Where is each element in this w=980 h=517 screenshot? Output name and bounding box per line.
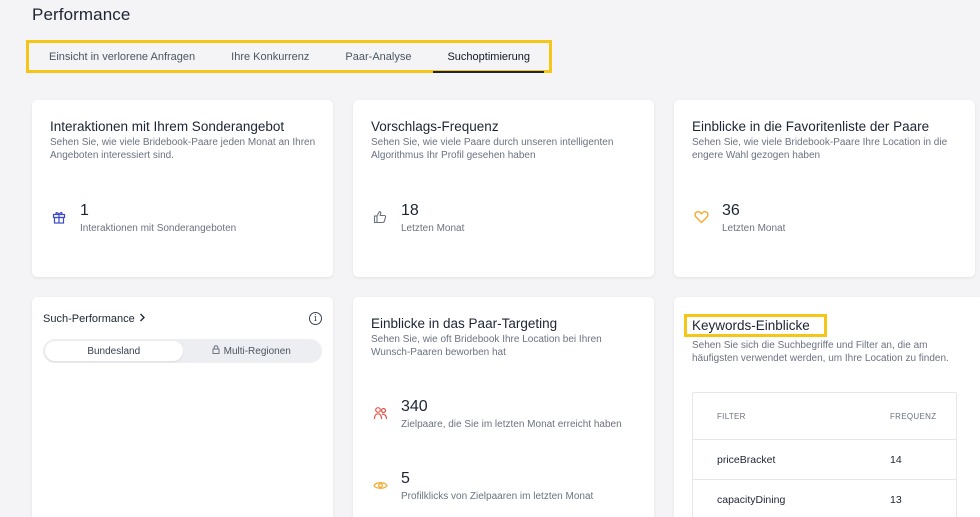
gift-icon xyxy=(50,208,68,226)
region-toggle: Bundesland Multi-Regionen xyxy=(43,339,322,363)
frequency-cell: 14 xyxy=(890,453,902,466)
filter-cell: priceBracket xyxy=(717,453,776,466)
tab-competition[interactable]: Ihre Konkurrenz xyxy=(231,43,309,70)
toggle-multi-regionen[interactable]: Multi-Regionen xyxy=(183,341,321,361)
tab-search-optimization[interactable]: Suchoptimierung xyxy=(433,43,544,73)
column-header-frequency: FREQUENZ xyxy=(890,411,937,421)
table-header: FILTER FREQUENZ xyxy=(693,393,956,439)
info-icon[interactable]: i xyxy=(309,312,322,325)
keywords-insights-card: Keywords-Einblicke Sehen Sie sich die Su… xyxy=(674,297,980,517)
favorites-insights-card: Einblicke in die Favoritenliste der Paar… xyxy=(674,100,975,277)
metric-caption: Letzten Monat xyxy=(401,223,465,234)
targeted-couples-metric: 340 Zielpaare, die Sie im letzten Monat … xyxy=(371,398,631,432)
tab-bar: Einsicht in verlorene Anfragen Ihre Konk… xyxy=(26,40,552,73)
card-description: Sehen Sie sich die Suchbegriffe und Filt… xyxy=(692,340,949,364)
offer-metric: 1 Interaktionen mit Sonderangeboten xyxy=(50,202,236,236)
favorites-metric: 36 Letzten Monat xyxy=(692,202,785,236)
frequency-cell: 13 xyxy=(890,493,902,506)
metric-value: 18 xyxy=(401,202,419,219)
tab-couple-analysis[interactable]: Paar-Analyse xyxy=(345,43,411,70)
suggestion-frequency-card: Vorschlags-Frequenz Sehen Sie, wie viele… xyxy=(353,100,654,277)
card-title: Keywords-Einblicke xyxy=(692,318,810,333)
metric-caption: Letzten Monat xyxy=(722,223,786,234)
filter-cell: capacityDining xyxy=(717,493,786,506)
card-title: Vorschlags-Frequenz xyxy=(371,119,499,134)
metric-value: 1 xyxy=(80,202,89,219)
table-row: capacityDining 13 xyxy=(693,479,956,517)
metric-value: 340 xyxy=(401,398,428,415)
metric-value: 5 xyxy=(401,470,410,487)
lock-icon xyxy=(212,345,220,357)
suggestion-metric: 18 Letzten Monat xyxy=(371,202,464,236)
couple-targeting-card: Einblicke in das Paar-Targeting Sehen Si… xyxy=(353,297,654,517)
metric-caption: Zielpaare, die Sie im letzten Monat erre… xyxy=(401,419,622,430)
toggle-bundesland[interactable]: Bundesland xyxy=(45,341,183,361)
search-performance-title: Such-Performance xyxy=(43,313,135,325)
profile-clicks-metric: 5 Profilklicks von Zielpaaren im letzten… xyxy=(371,470,631,504)
toggle-label: Bundesland xyxy=(87,345,141,357)
thumbs-up-icon xyxy=(371,208,389,226)
card-description: Sehen Sie, wie viele Bridebook-Paare Ihr… xyxy=(692,137,948,161)
card-title: Einblicke in das Paar-Targeting xyxy=(371,316,558,331)
keywords-title-highlight: Keywords-Einblicke xyxy=(684,314,827,337)
page-title: Performance xyxy=(32,5,131,24)
metric-caption: Profilklicks von Zielpaaren im letzten M… xyxy=(401,491,594,502)
couple-icon xyxy=(371,404,389,422)
metric-caption: Interaktionen mit Sonderangeboten xyxy=(80,223,237,234)
card-description: Sehen Sie, wie viele Paare durch unseren… xyxy=(371,137,614,161)
card-description: Sehen Sie, wie oft Bridebook Ihre Locati… xyxy=(371,334,602,358)
table-row: priceBracket 14 xyxy=(693,439,956,479)
keywords-table: FILTER FREQUENZ priceBracket 14 capacity… xyxy=(692,392,957,517)
card-description: Sehen Sie, wie viele Bridebook-Paare jed… xyxy=(50,137,316,161)
card-title: Einblicke in die Favoritenliste der Paar… xyxy=(692,119,930,134)
eye-icon xyxy=(371,476,389,494)
chevron-right-icon xyxy=(139,313,146,325)
search-performance-card: Such-Performance i Bundesland Multi-Regi… xyxy=(32,297,333,517)
tab-lost-requests[interactable]: Einsicht in verlorene Anfragen xyxy=(49,43,195,70)
offer-interactions-card: Interaktionen mit Ihrem Sonderangebot Se… xyxy=(32,100,333,277)
column-header-filter: FILTER xyxy=(717,411,746,421)
card-title: Interaktionen mit Ihrem Sonderangebot xyxy=(50,119,285,134)
metric-value: 36 xyxy=(722,202,740,219)
heart-icon xyxy=(692,208,710,226)
search-performance-link[interactable]: Such-Performance xyxy=(43,313,146,325)
toggle-label: Multi-Regionen xyxy=(223,345,291,357)
